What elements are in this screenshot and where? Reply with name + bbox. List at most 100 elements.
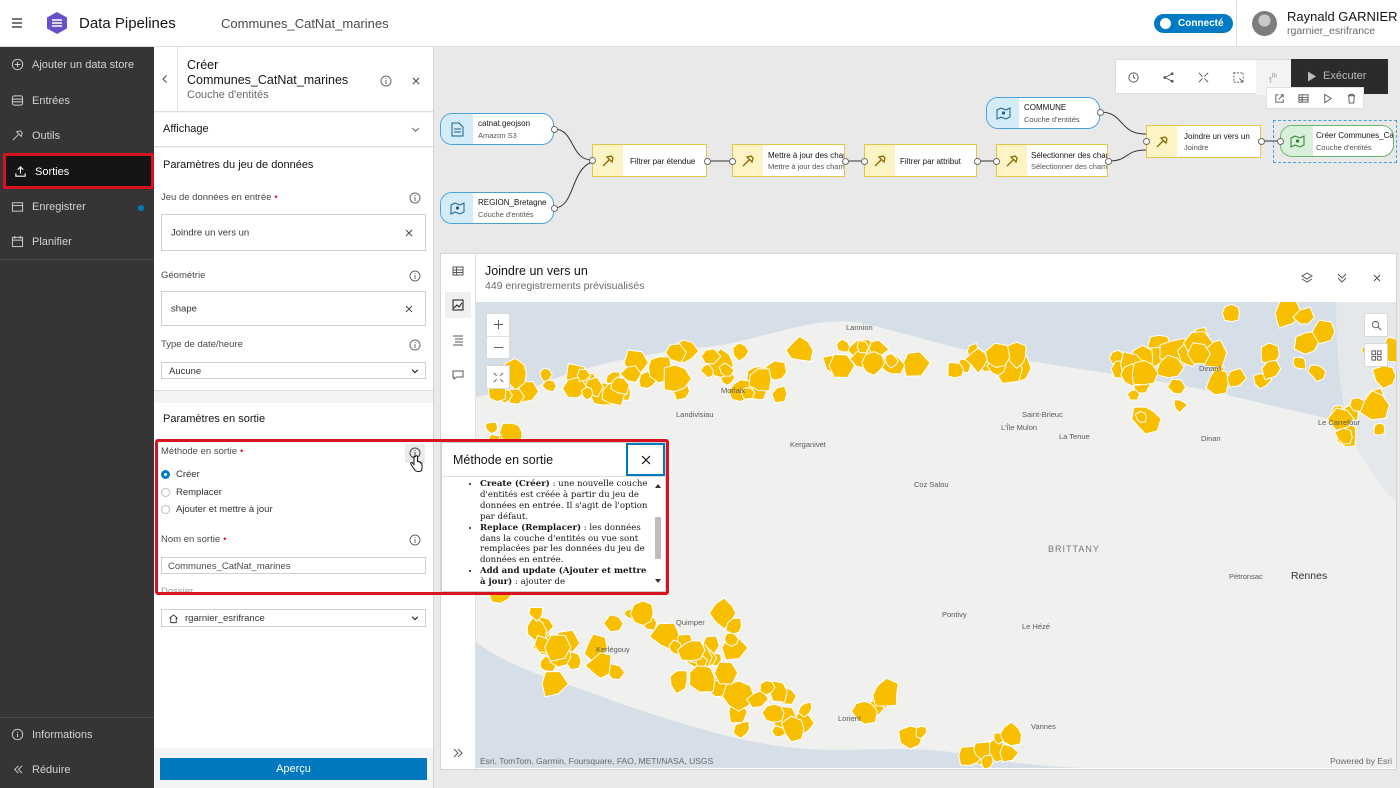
node-filter-attribute[interactable]: Filtrer par attribut [864, 144, 977, 177]
clear-icon[interactable] [405, 305, 413, 313]
commune-polygon[interactable] [980, 754, 994, 768]
sidebar-item-collapse[interactable]: Réduire [0, 752, 154, 787]
commune-polygon[interactable] [947, 361, 965, 379]
layers-icon[interactable] [1301, 272, 1313, 284]
commune-polygon[interactable] [1126, 389, 1141, 401]
node-port[interactable] [861, 158, 868, 165]
commune-polygon[interactable] [713, 661, 739, 685]
commune-polygon[interactable] [629, 600, 654, 627]
commune-polygon[interactable] [688, 663, 716, 693]
commune-polygon[interactable] [602, 614, 624, 633]
hammer-icon [733, 145, 763, 176]
commune-polygon[interactable] [836, 338, 851, 353]
node-port[interactable] [1097, 109, 1104, 116]
geometry-field[interactable]: shape [161, 291, 426, 326]
commune-polygon[interactable] [915, 725, 928, 740]
commune-polygon[interactable] [999, 721, 1023, 747]
zoom-out-icon[interactable] [493, 342, 504, 353]
place-label: Pontivy [942, 610, 967, 619]
node-commune[interactable]: COMMUNE Couche d'entités [986, 97, 1100, 129]
node-port[interactable] [1143, 138, 1150, 145]
node-select-fields[interactable]: Sélectionner des champs Sélectionner des… [996, 144, 1108, 177]
node-create-output[interactable]: Créer Communes_CatNat_marines Couche d'e… [1280, 125, 1394, 157]
place-label: Dinan [1201, 434, 1221, 443]
preview-count: 449 enregistrements prévisualisés [485, 280, 645, 292]
close-icon[interactable] [1371, 272, 1383, 284]
schema-icon[interactable] [452, 334, 464, 346]
node-port[interactable] [704, 158, 711, 165]
commune-polygon[interactable] [1173, 399, 1189, 414]
node-port[interactable] [1277, 138, 1284, 145]
commune-polygon[interactable] [1221, 303, 1241, 323]
commune-polygon[interactable] [1373, 422, 1386, 436]
place-label: Landivisiau [676, 410, 714, 419]
preview-button[interactable]: Aperçu [160, 758, 427, 780]
place-label: Kerlégouy [596, 645, 630, 654]
commune-polygon[interactable] [1292, 356, 1306, 370]
place-label: Pétronsac [1229, 572, 1263, 581]
commune-polygon[interactable] [669, 670, 688, 695]
basemap-gallery-button[interactable] [1364, 343, 1388, 367]
node-update-fields[interactable]: Mettre à jour des champs Mettre à jour d… [732, 144, 845, 177]
folder-select[interactable]: rgarnier_esrifrance [161, 609, 426, 627]
node-port[interactable] [589, 157, 596, 164]
map-layer-icon [441, 193, 473, 223]
method-item-replace: Replace (Remplacer) : les données dans l… [480, 523, 648, 567]
node-port[interactable] [551, 205, 558, 212]
commune-polygon[interactable] [872, 677, 899, 707]
zoom-controls [486, 313, 510, 359]
commune-polygon[interactable] [785, 335, 814, 362]
info-icon[interactable] [409, 270, 421, 282]
messages-icon[interactable] [452, 369, 464, 381]
node-port[interactable] [974, 158, 981, 165]
node-region-bretagne[interactable]: REGION_Bretagne Couche d'entités [440, 192, 554, 224]
table-icon[interactable] [452, 265, 464, 277]
commune-polygon[interactable] [484, 421, 499, 434]
sidebar-item-info[interactable]: Informations [0, 717, 154, 752]
node-port[interactable] [1258, 138, 1265, 145]
powered-by-esri[interactable]: Powered by Esri [1330, 756, 1392, 766]
place-label: Kerganivet [790, 440, 826, 449]
node-port[interactable] [993, 158, 1000, 165]
node-join-one-to-one[interactable]: Joindre un vers un Joindre [1146, 125, 1261, 158]
map-search-button[interactable] [1364, 313, 1388, 337]
info-icon [11, 728, 24, 741]
commune-polygon[interactable] [581, 386, 594, 401]
commune-polygon[interactable] [761, 703, 785, 723]
node-port[interactable] [842, 158, 849, 165]
node-port[interactable] [551, 126, 558, 133]
method-item-create: Create (Créer) : une nouvelle couche d'e… [480, 479, 648, 523]
commune-polygon[interactable] [723, 632, 740, 647]
popover-header: Méthode en sortie [442, 443, 665, 477]
node-port[interactable] [1105, 158, 1112, 165]
commune-polygon[interactable] [999, 743, 1020, 763]
commune-polygon[interactable] [902, 351, 931, 377]
zoom-extent-button[interactable] [486, 365, 510, 389]
popover-scrollbar[interactable] [653, 479, 663, 589]
commune-polygon[interactable] [732, 720, 751, 740]
scroll-down-icon[interactable] [655, 579, 661, 584]
place-label: Quimper [676, 618, 705, 627]
node-port[interactable] [729, 158, 736, 165]
zoom-in-icon[interactable] [493, 319, 504, 330]
expand-icon[interactable] [453, 748, 463, 758]
file-icon [441, 114, 473, 144]
hammer-icon [997, 145, 1027, 176]
chevrons-down-icon[interactable] [1336, 272, 1348, 284]
node-filter-extent[interactable]: Filtrer par étendue [592, 144, 707, 177]
commune-polygon[interactable] [732, 342, 750, 362]
commune-polygon[interactable] [861, 351, 886, 376]
commune-polygon[interactable] [771, 385, 788, 404]
datetime-select[interactable]: Aucune [161, 362, 426, 379]
section-title: Paramètres en sortie [163, 413, 266, 425]
info-icon[interactable] [409, 339, 421, 351]
scroll-up-icon[interactable] [655, 483, 661, 488]
preview-title: Joindre un vers un [485, 264, 588, 278]
popover-body: Create (Créer) : une nouvelle couche d'e… [442, 479, 652, 589]
node-catnat-geojson[interactable]: catnat.geojson Amazon S3 [440, 113, 554, 145]
commune-polygon[interactable] [1131, 406, 1162, 435]
place-label: Coz Salou [914, 480, 949, 489]
chevron-down-icon [411, 616, 419, 621]
popover-close-button[interactable] [626, 443, 665, 476]
commune-polygon[interactable] [721, 680, 755, 712]
